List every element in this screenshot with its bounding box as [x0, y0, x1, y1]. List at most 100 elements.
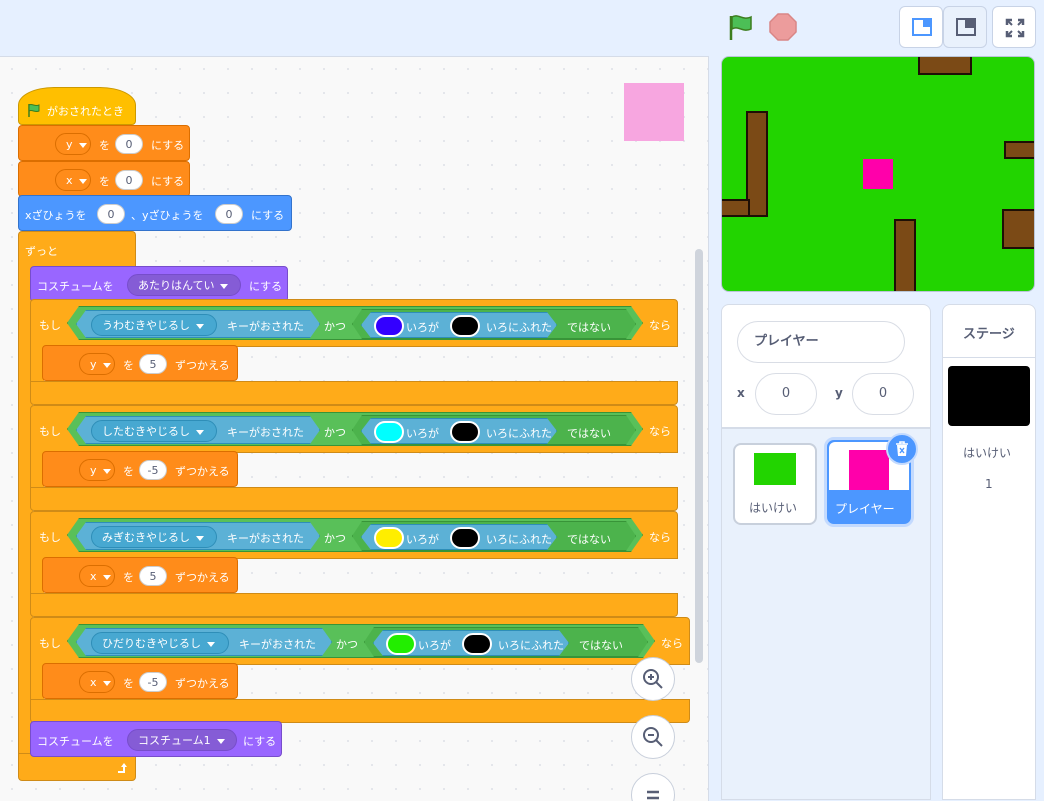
- key-dropdown[interactable]: うわむきやじるし: [91, 314, 217, 336]
- delta-input[interactable]: -5: [139, 460, 167, 480]
- value-input[interactable]: 0: [115, 170, 143, 190]
- switch-costume-block[interactable]: コスチュームを あたりはんてい にする: [30, 266, 288, 302]
- chevron-down-icon: [102, 680, 111, 686]
- block-text: なら: [661, 637, 683, 650]
- value-input[interactable]: 0: [115, 134, 143, 154]
- key-pressed-reporter[interactable]: ひだりむきやじるし キーがおされた: [76, 628, 332, 656]
- wall: [1004, 141, 1034, 159]
- player-sprite[interactable]: [863, 159, 893, 189]
- block-text: を: [99, 139, 110, 152]
- variable-dropdown[interactable]: x: [79, 671, 115, 693]
- delta-input[interactable]: 5: [139, 566, 167, 586]
- large-stage-icon: [956, 18, 976, 36]
- not-operator[interactable]: いろが いろにふれた ではない: [352, 415, 636, 445]
- key-pressed-reporter[interactable]: したむきやじるし キーがおされた: [76, 416, 320, 444]
- variable-dropdown[interactable]: y: [55, 133, 91, 155]
- costume-dropdown[interactable]: コスチューム1: [127, 729, 237, 751]
- y-input[interactable]: 0: [215, 204, 243, 224]
- color-swatch[interactable]: [450, 315, 480, 337]
- if-bottom: [30, 699, 690, 723]
- key-dropdown[interactable]: みぎむきやじるし: [91, 526, 217, 548]
- not-operator[interactable]: いろが いろにふれた ではない: [352, 521, 636, 551]
- change-variable-block[interactable]: x を -5 ずつかえる: [42, 663, 238, 699]
- green-flag-icon[interactable]: [726, 12, 756, 42]
- set-variable-block[interactable]: x を 0 にする: [18, 161, 190, 197]
- sprite-thumbnail: [754, 453, 796, 485]
- color-touching-reporter[interactable]: いろが いろにふれた: [373, 630, 569, 656]
- and-operator[interactable]: うわむきやじるし キーがおされた かつ いろが いろにふれた ではない: [67, 306, 643, 340]
- block-text: を: [123, 359, 134, 372]
- not-operator[interactable]: いろが いろにふれた ではない: [352, 309, 636, 339]
- when-flag-clicked-block[interactable]: がおされたとき: [18, 87, 136, 125]
- color-swatch[interactable]: [450, 421, 480, 443]
- if-bottom: [30, 593, 678, 617]
- color-swatch[interactable]: [450, 527, 480, 549]
- x-input[interactable]: 0: [97, 204, 125, 224]
- color-touching-reporter[interactable]: いろが いろにふれた: [361, 524, 557, 550]
- delta-input[interactable]: -5: [139, 672, 167, 692]
- if-block[interactable]: もし ひだりむきやじるし キーがおされた かつ いろが いろにふれた ではない: [30, 617, 690, 665]
- sprite-name-field[interactable]: プレイヤー: [737, 321, 905, 363]
- if-block[interactable]: もし うわむきやじるし キーがおされた かつ いろが いろにふれた ではない な…: [30, 299, 678, 347]
- color-swatch[interactable]: [374, 315, 404, 337]
- variable-dropdown[interactable]: y: [79, 459, 115, 481]
- and-operator[interactable]: みぎむきやじるし キーがおされた かつ いろが いろにふれた ではない: [67, 518, 643, 552]
- set-variable-block[interactable]: y を 0 にする: [18, 125, 190, 161]
- sprite-tile-haikei[interactable]: はいけい: [733, 443, 817, 525]
- if-block[interactable]: もし みぎむきやじるし キーがおされた かつ いろが いろにふれた ではない な…: [30, 511, 678, 559]
- color-touching-reporter[interactable]: いろが いろにふれた: [361, 312, 557, 338]
- go-to-xy-block[interactable]: xざひょうを 0 、yざひょうを 0 にする: [18, 195, 292, 231]
- stop-icon[interactable]: [768, 12, 798, 42]
- block-text: キーがおされた: [227, 426, 304, 439]
- zoom-out-icon: [643, 727, 663, 747]
- color-swatch[interactable]: [374, 421, 404, 443]
- wall: [1002, 209, 1034, 249]
- large-stage-button[interactable]: [943, 6, 987, 48]
- color-touching-reporter[interactable]: いろが いろにふれた: [361, 418, 557, 444]
- fullscreen-button[interactable]: [992, 6, 1036, 48]
- color-swatch[interactable]: [374, 527, 404, 549]
- delete-sprite-button[interactable]: [886, 433, 918, 465]
- delta-input[interactable]: 5: [139, 354, 167, 374]
- stage-canvas[interactable]: [721, 56, 1035, 292]
- color-swatch[interactable]: [386, 633, 416, 655]
- and-operator[interactable]: したむきやじるし キーがおされた かつ いろが いろにふれた ではない: [67, 412, 643, 446]
- if-block[interactable]: もし したむきやじるし キーがおされた かつ いろが いろにふれた ではない な…: [30, 405, 678, 453]
- small-stage-button[interactable]: [899, 6, 943, 48]
- key-pressed-reporter[interactable]: みぎむきやじるし キーがおされた: [76, 522, 320, 550]
- color-swatch[interactable]: [462, 633, 492, 655]
- key-pressed-reporter[interactable]: うわむきやじるし キーがおされた: [76, 310, 320, 338]
- block-text: を: [123, 677, 134, 690]
- variable-dropdown[interactable]: x: [79, 565, 115, 587]
- block-text: コスチュームを: [37, 280, 114, 293]
- block-text: いろにふれた: [486, 533, 552, 546]
- zoom-reset-button[interactable]: [631, 773, 675, 801]
- variable-dropdown[interactable]: y: [79, 353, 115, 375]
- vertical-scrollbar[interactable]: [695, 249, 703, 663]
- and-operator[interactable]: ひだりむきやじるし キーがおされた かつ いろが いろにふれた ではない: [67, 624, 655, 658]
- block-text: を: [99, 175, 110, 188]
- stage-panel[interactable]: ステージ はいけい 1: [942, 304, 1036, 800]
- loop-arrow-icon: [118, 763, 127, 773]
- y-position-field[interactable]: 0: [852, 373, 914, 415]
- fullscreen-icon: [1005, 18, 1025, 38]
- zoom-out-button[interactable]: [631, 715, 675, 759]
- chevron-down-icon: [196, 430, 204, 435]
- zoom-in-button[interactable]: [631, 657, 675, 701]
- change-variable-block[interactable]: y を 5 ずつかえる: [42, 345, 238, 381]
- key-dropdown[interactable]: ひだりむきやじるし: [91, 632, 229, 654]
- block-text: もし: [39, 425, 61, 438]
- change-variable-block[interactable]: y を -5 ずつかえる: [42, 451, 238, 487]
- change-variable-block[interactable]: x を 5 ずつかえる: [42, 557, 238, 593]
- block-text: にする: [243, 735, 277, 748]
- key-dropdown[interactable]: したむきやじるし: [91, 420, 217, 442]
- not-operator[interactable]: いろが いろにふれた ではない: [364, 627, 648, 657]
- block-text: いろが: [406, 533, 439, 546]
- costume-dropdown[interactable]: あたりはんてい: [127, 274, 241, 296]
- variable-dropdown[interactable]: x: [55, 169, 91, 191]
- switch-costume-block[interactable]: コスチュームを コスチューム1 にする: [30, 721, 282, 757]
- forever-block[interactable]: ずっと: [18, 231, 136, 267]
- block-text: にする: [151, 139, 185, 152]
- scripts-area[interactable]: がおされたとき y を 0 にする x を 0 にする xざひょうを 0 、yざ…: [0, 56, 709, 801]
- x-position-field[interactable]: 0: [755, 373, 817, 415]
